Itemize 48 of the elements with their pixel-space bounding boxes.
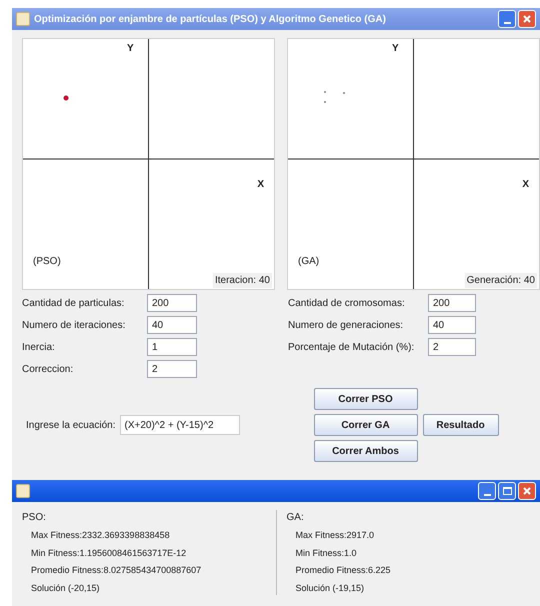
- result-title: PSO:: [22, 511, 47, 525]
- field-label: Numero de iteraciones:: [22, 318, 126, 332]
- input-field[interactable]: 200: [428, 294, 476, 312]
- run-ga-button[interactable]: Correr GA: [314, 414, 418, 436]
- particle-icon: [63, 95, 69, 101]
- input-field[interactable]: 2: [147, 360, 197, 378]
- window-title: Optimización por enjambre de partículas (PSO) y Algoritmo Genetico (GA): [34, 12, 387, 26]
- result-line: Promedio Fitness:8.027585434700887607: [30, 564, 202, 577]
- result-line: Solución (-19,15): [294, 582, 366, 595]
- input-field[interactable]: 200: [147, 294, 197, 312]
- y-axis-label: Y: [127, 42, 134, 56]
- result-title: GA:: [286, 511, 305, 525]
- plot-name: (GA): [298, 255, 320, 269]
- equation-field[interactable]: (X+20)^2 + (Y-15)^2: [120, 415, 240, 435]
- plot-name: (PSO): [33, 255, 61, 269]
- equation-label: Ingrese la ecuación:: [26, 418, 116, 432]
- field-label: Porcentaje de Mutación (%):: [288, 340, 416, 354]
- points-drawing: [322, 89, 348, 105]
- field-label: Cantidad de cromosomas:: [288, 296, 406, 310]
- input-field[interactable]: 2: [428, 338, 476, 356]
- close-icon[interactable]: [518, 10, 536, 28]
- app-icon: [16, 12, 30, 26]
- field-label: Inercia:: [22, 340, 56, 354]
- counter-label: Generación: 40: [464, 273, 537, 288]
- minimize-icon[interactable]: [498, 10, 516, 28]
- result-line: Solución (-20,15): [30, 582, 101, 595]
- field-label: Numero de generaciones:: [288, 318, 404, 332]
- field-label: Correccion:: [22, 362, 74, 376]
- run-pso-button[interactable]: Correr PSO: [314, 388, 418, 410]
- result-line: Min Fitness:1.1956008461563717E-12: [30, 546, 188, 560]
- result-line: Promedio Fitness:6.225: [294, 564, 392, 577]
- counter-label: Iteracion: 40: [212, 273, 272, 288]
- result-line: Min Fitness:1.0: [294, 546, 358, 560]
- x-axis-label: X: [257, 178, 264, 192]
- minimize-icon[interactable]: [478, 482, 496, 500]
- result-line: Max Fitness:2332.3693398838458: [30, 529, 171, 542]
- x-axis-label: X: [522, 178, 529, 192]
- app-icon: [16, 484, 30, 498]
- input-field[interactable]: 40: [428, 316, 476, 334]
- result-button[interactable]: Resultado: [422, 414, 499, 436]
- run-both-button[interactable]: Correr Ambos: [314, 440, 418, 462]
- result-line: Max Fitness:2917.0: [294, 529, 376, 542]
- y-axis-label: Y: [392, 42, 399, 56]
- input-field[interactable]: 1: [147, 338, 197, 356]
- close-icon[interactable]: [518, 482, 536, 500]
- maximize-icon[interactable]: [498, 482, 516, 500]
- field-label: Cantidad de particulas:: [22, 296, 126, 310]
- input-field[interactable]: 40: [147, 316, 197, 334]
